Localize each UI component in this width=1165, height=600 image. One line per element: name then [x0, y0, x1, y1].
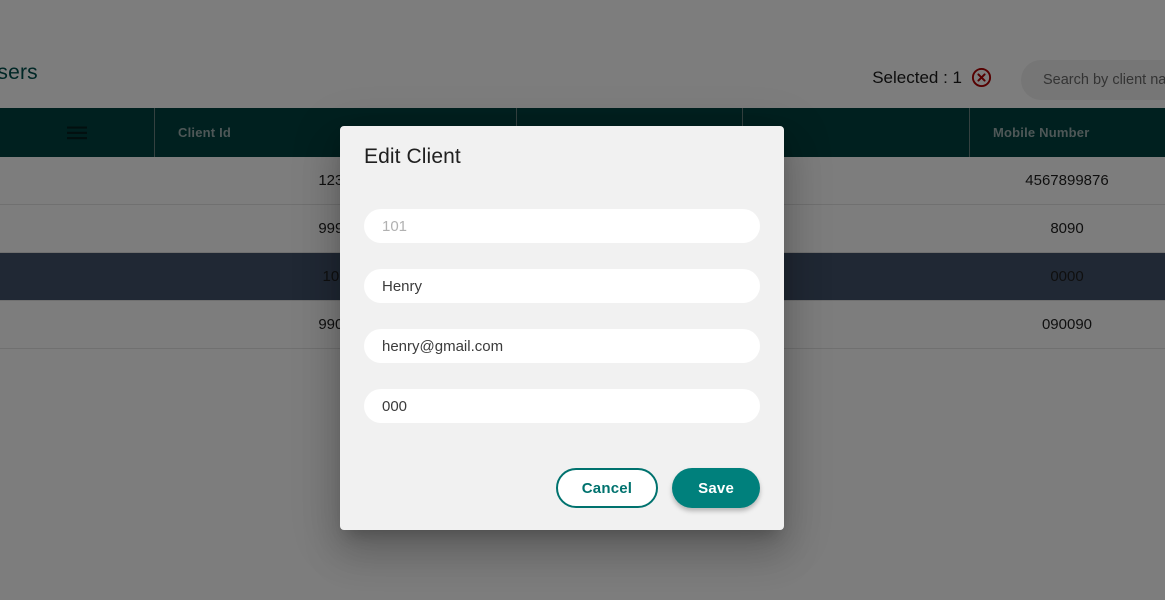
app-root: Users Selected : 1	[0, 0, 1165, 600]
client-id-field[interactable]	[364, 209, 760, 243]
client-mobile-field[interactable]	[364, 389, 760, 423]
cancel-button[interactable]: Cancel	[555, 468, 659, 508]
save-button[interactable]: Save	[672, 468, 760, 508]
client-email-field[interactable]	[364, 329, 760, 363]
edit-client-form	[364, 209, 760, 449]
edit-client-dialog: Edit Client Cancel Save	[340, 126, 784, 530]
client-name-field[interactable]	[364, 269, 760, 303]
dialog-title: Edit Client	[364, 145, 461, 168]
dialog-actions: Cancel Save	[555, 468, 760, 508]
